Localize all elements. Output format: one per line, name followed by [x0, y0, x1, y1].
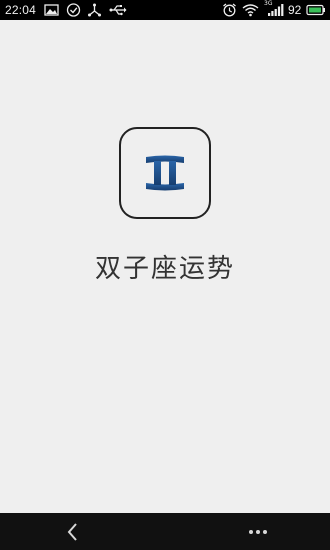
back-button[interactable]: [42, 513, 102, 550]
alarm-icon: [222, 3, 237, 17]
more-dots-icon: [249, 530, 267, 534]
usb-debug-icon: [87, 3, 102, 17]
back-chevron-icon: [67, 523, 77, 541]
menu-button[interactable]: [228, 513, 288, 550]
network-type-label: 3G: [264, 0, 273, 7]
splash-screen: 双子座运势: [0, 20, 330, 513]
battery-icon: [306, 3, 326, 17]
navigation-bar: [0, 513, 330, 550]
app-title: 双子座运势: [94, 254, 235, 284]
usb-icon: [109, 3, 127, 17]
battery-level: 92: [288, 3, 302, 17]
gemini-zodiac-icon: [146, 155, 184, 191]
wifi-icon: [242, 3, 259, 17]
image-icon: [44, 3, 59, 17]
status-time: 22:04: [5, 3, 37, 17]
app-icon: [119, 127, 211, 219]
status-bar: 22:04 3G 92: [0, 0, 330, 20]
check-circle-icon: [66, 3, 81, 17]
